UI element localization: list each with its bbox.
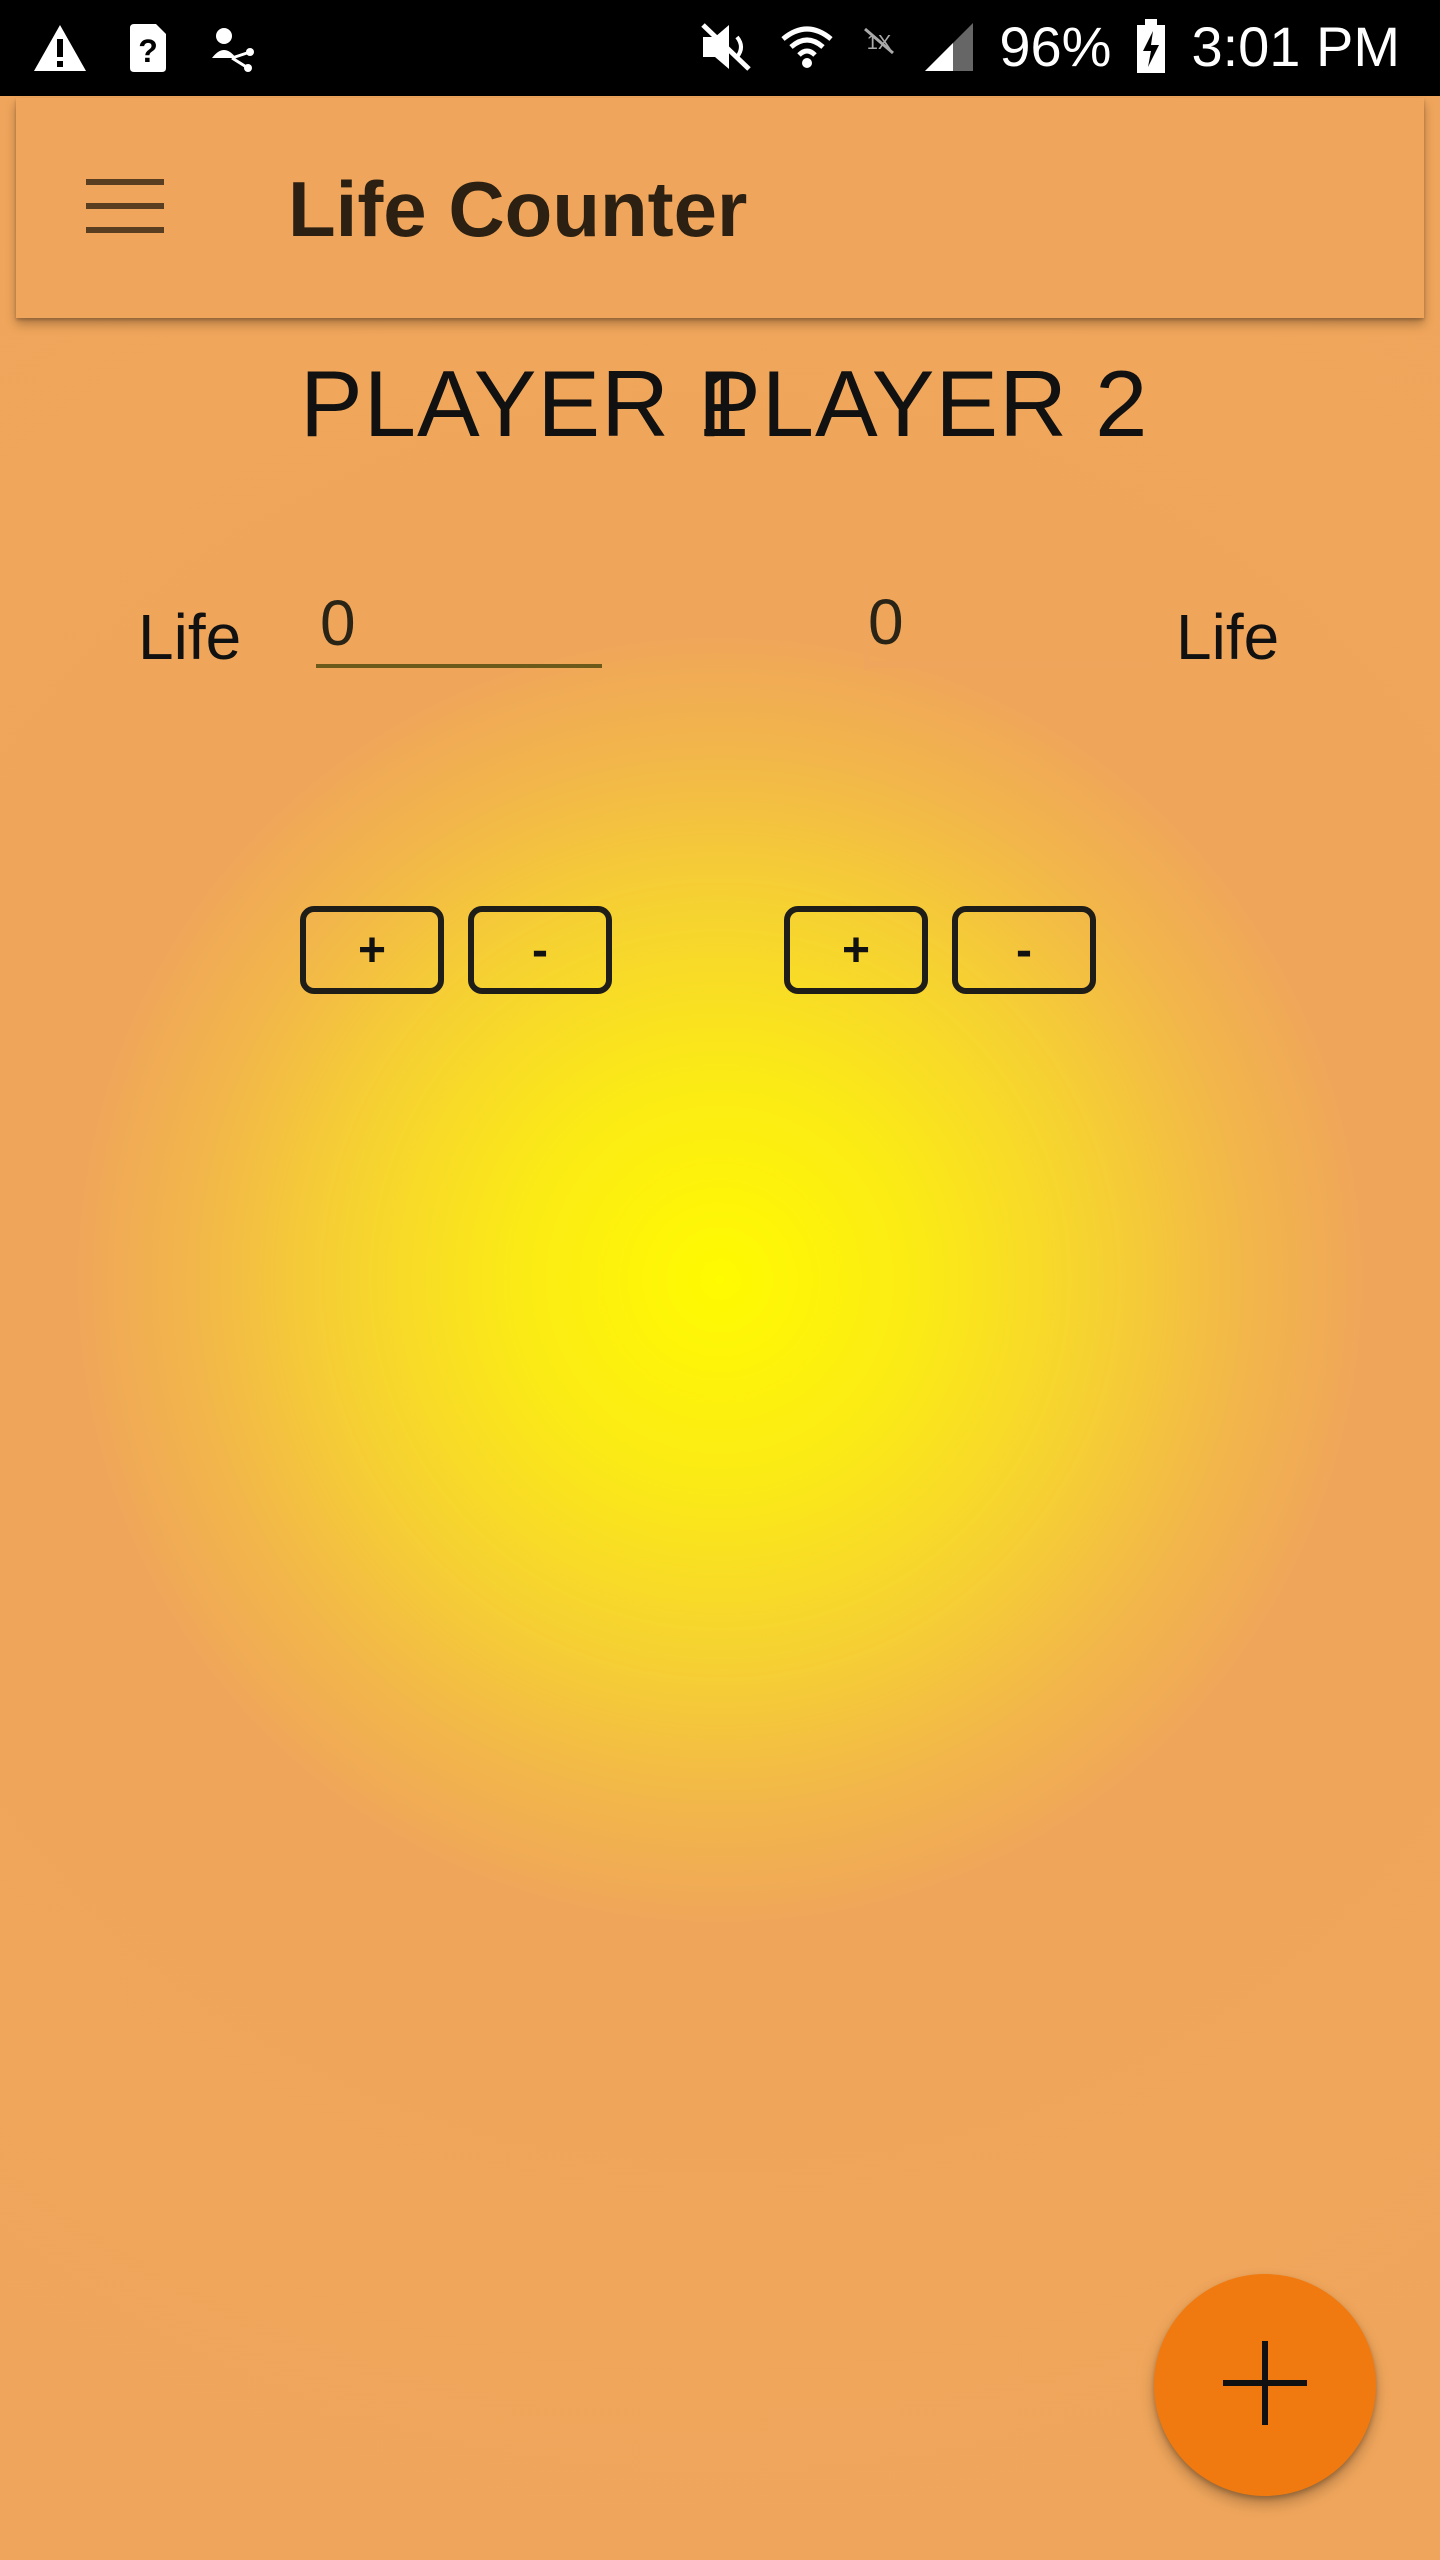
text-cursor [864,584,869,670]
no-network-icon: 1X [859,21,899,73]
clock: 3:01 PM [1191,15,1400,78]
usb-share-icon [208,24,256,72]
sim-question-icon: ? [128,22,168,74]
player-2-plus-button[interactable]: + [784,906,928,994]
status-right-icons: 1X 96% 3:01 PM [699,14,1400,79]
status-bar: ? 1X 96% 3:01 PM [0,0,1440,96]
wifi-icon [779,21,835,73]
player-1-minus-button[interactable]: - [468,906,612,994]
player-2-life-input[interactable] [864,582,1150,668]
player-1-life-label: Life [138,601,242,673]
signal-icon [923,21,975,73]
app-title: Life Counter [288,165,748,253]
player-1-life-input[interactable] [316,582,602,668]
player-2-life-label: Life [1176,601,1280,673]
warning-icon [32,23,88,73]
plus-icon [1213,2331,1317,2440]
player-2-heading: PLAYER 2 [698,351,1149,456]
player-1-plus-button[interactable]: + [300,906,444,994]
status-left-icons: ? [32,22,256,74]
player-2-minus-button[interactable]: - [952,906,1096,994]
battery-charging-icon [1135,18,1167,75]
menu-icon [86,177,164,240]
battery-text: 96% [999,15,1112,78]
player-1-heading: PLAYER 1 [300,351,751,456]
svg-text:?: ? [138,33,158,69]
add-fab-button[interactable] [1154,2274,1376,2496]
app-bar: Life Counter [16,98,1424,318]
mute-icon [699,21,755,73]
menu-button[interactable] [70,158,180,258]
